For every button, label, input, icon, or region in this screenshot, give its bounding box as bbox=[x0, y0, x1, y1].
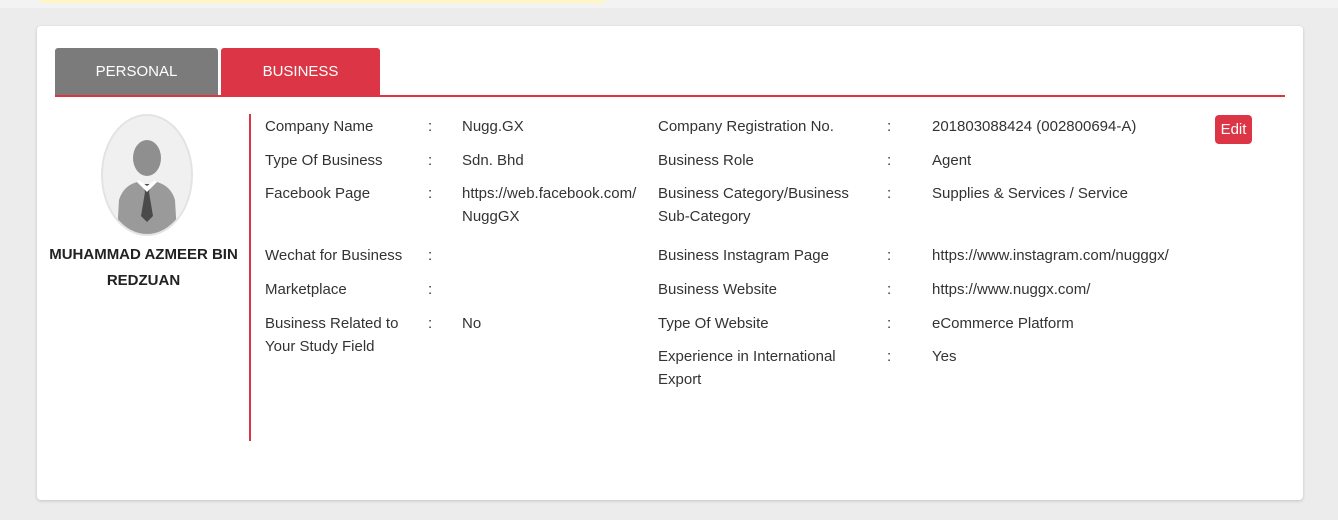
avatar bbox=[101, 114, 193, 236]
value-company-registration-no: 201803088424 (002800694-A) bbox=[932, 118, 1137, 135]
colon-separator: : bbox=[428, 185, 433, 202]
label-type-of-business: Type Of Business bbox=[265, 152, 383, 169]
colon-separator: : bbox=[428, 118, 433, 135]
edit-button[interactable]: Edit bbox=[1215, 115, 1252, 144]
value-company-name: Nugg.GX bbox=[462, 118, 524, 135]
value-type-of-business: Sdn. Bhd bbox=[462, 152, 524, 169]
colon-separator: : bbox=[428, 247, 433, 264]
label-company-name: Company Name bbox=[265, 118, 374, 135]
label-type-of-website: Type Of Website bbox=[658, 315, 769, 332]
label-business-website: Business Website bbox=[658, 281, 777, 298]
profile-tabs: PERSONAL PROFILE BUSINESS PROFILE bbox=[55, 48, 1285, 127]
label-marketplace: Marketplace bbox=[265, 281, 347, 298]
colon-separator: : bbox=[887, 281, 892, 298]
value-business-related-to-study: No bbox=[462, 315, 482, 332]
value-business-role: Agent bbox=[932, 152, 972, 169]
user-silhouette-icon bbox=[101, 114, 193, 236]
colon-separator: : bbox=[887, 247, 892, 264]
tab-business-profile[interactable]: BUSINESS PROFILE bbox=[221, 48, 380, 127]
label-company-registration-no: Company Registration No. bbox=[658, 118, 834, 135]
colon-separator: : bbox=[428, 281, 433, 298]
value-business-website[interactable]: https://www.nuggx.com/ bbox=[932, 278, 1202, 301]
colon-separator: : bbox=[428, 315, 433, 332]
colon-separator: : bbox=[887, 118, 892, 135]
profile-card: PERSONAL PROFILE BUSINESS PROFILE MUHAMM… bbox=[37, 26, 1303, 500]
label-international-export: Experience in International Export bbox=[658, 348, 836, 388]
colon-separator: : bbox=[887, 315, 892, 332]
value-business-category: Supplies & Services / Service bbox=[932, 185, 1128, 202]
tab-personal-profile[interactable]: PERSONAL PROFILE bbox=[55, 48, 218, 127]
colon-separator: : bbox=[887, 185, 892, 202]
label-facebook-page: Facebook Page bbox=[265, 185, 371, 202]
label-business-role: Business Role bbox=[658, 152, 754, 169]
value-business-instagram-page[interactable]: https://www.instagram.com/nugggx/ bbox=[932, 244, 1202, 267]
value-facebook-page[interactable]: https://web.facebook.com/ NuggGX bbox=[462, 182, 640, 228]
colon-separator: : bbox=[428, 152, 433, 169]
label-business-category: Business Category/Business Sub-Category bbox=[658, 185, 849, 225]
label-wechat-for-business: Wechat for Business bbox=[265, 247, 403, 264]
vertical-divider bbox=[249, 114, 251, 441]
label-business-instagram-page: Business Instagram Page bbox=[658, 247, 829, 264]
colon-separator: : bbox=[887, 152, 892, 169]
top-accent-bar bbox=[40, 0, 605, 3]
colon-separator: : bbox=[887, 348, 892, 365]
value-type-of-website: eCommerce Platform bbox=[932, 315, 1074, 332]
value-international-export: Yes bbox=[932, 348, 957, 365]
user-full-name: MUHAMMAD AZMEER BIN REDZUAN bbox=[49, 246, 238, 289]
label-business-related-to-study: Business Related to Your Study Field bbox=[265, 315, 399, 355]
